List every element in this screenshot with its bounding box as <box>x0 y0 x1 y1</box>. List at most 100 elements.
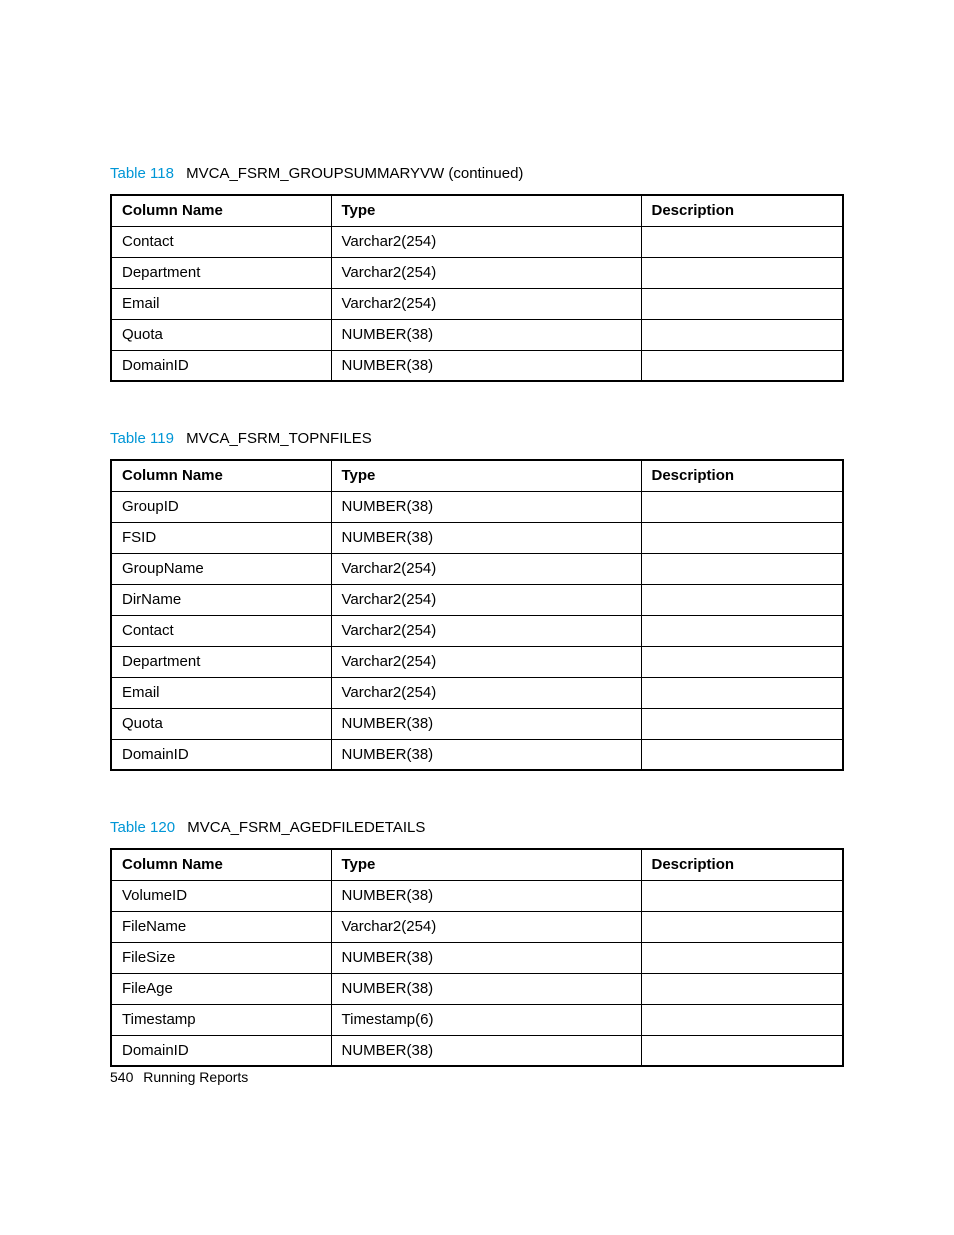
cell-desc <box>641 319 843 350</box>
th-description: Description <box>641 460 843 491</box>
table-row: FileSizeNUMBER(38) <box>111 942 843 973</box>
cell-desc <box>641 288 843 319</box>
table-row: ContactVarchar2(254) <box>111 226 843 257</box>
cell-col: Quota <box>111 319 331 350</box>
section-title: Running Reports <box>143 1069 248 1085</box>
table-caption-119: Table 119 MVCA_FSRM_TOPNFILES <box>110 430 844 447</box>
cell-col: VolumeID <box>111 880 331 911</box>
table-name: MVCA_FSRM_AGEDFILEDETAILS <box>187 819 425 836</box>
cell-type: Varchar2(254) <box>331 226 641 257</box>
cell-type: Varchar2(254) <box>331 646 641 677</box>
table-row: EmailVarchar2(254) <box>111 288 843 319</box>
cell-desc <box>641 1035 843 1066</box>
th-type: Type <box>331 849 641 880</box>
table-row: DomainIDNUMBER(38) <box>111 350 843 381</box>
cell-col: DirName <box>111 584 331 615</box>
table-row: DepartmentVarchar2(254) <box>111 257 843 288</box>
cell-type: NUMBER(38) <box>331 880 641 911</box>
cell-col: Quota <box>111 708 331 739</box>
cell-type: Timestamp(6) <box>331 1004 641 1035</box>
cell-desc <box>641 973 843 1004</box>
cell-type: Varchar2(254) <box>331 257 641 288</box>
cell-col: FileAge <box>111 973 331 1004</box>
cell-type: NUMBER(38) <box>331 708 641 739</box>
table-row: DomainIDNUMBER(38) <box>111 1035 843 1066</box>
page-footer: 540 Running Reports <box>110 1069 248 1085</box>
cell-type: Varchar2(254) <box>331 911 641 942</box>
cell-desc <box>641 350 843 381</box>
table-row: EmailVarchar2(254) <box>111 677 843 708</box>
cell-col: Department <box>111 257 331 288</box>
table-row: FileNameVarchar2(254) <box>111 911 843 942</box>
table-row: FileAgeNUMBER(38) <box>111 973 843 1004</box>
cell-col: Department <box>111 646 331 677</box>
table-120: Column Name Type Description VolumeIDNUM… <box>110 848 844 1067</box>
th-column-name: Column Name <box>111 195 331 226</box>
table-row: DirNameVarchar2(254) <box>111 584 843 615</box>
table-row: VolumeIDNUMBER(38) <box>111 880 843 911</box>
table-row: GroupIDNUMBER(38) <box>111 491 843 522</box>
table-name: MVCA_FSRM_GROUPSUMMARYVW (continued) <box>186 165 523 182</box>
table-header-row: Column Name Type Description <box>111 849 843 880</box>
cell-col: FileName <box>111 911 331 942</box>
cell-desc <box>641 1004 843 1035</box>
cell-col: FSID <box>111 522 331 553</box>
table-row: GroupNameVarchar2(254) <box>111 553 843 584</box>
th-type: Type <box>331 195 641 226</box>
cell-desc <box>641 491 843 522</box>
table-header-row: Column Name Type Description <box>111 195 843 226</box>
cell-col: DomainID <box>111 350 331 381</box>
cell-type: NUMBER(38) <box>331 942 641 973</box>
cell-col: FileSize <box>111 942 331 973</box>
cell-type: Varchar2(254) <box>331 584 641 615</box>
th-description: Description <box>641 849 843 880</box>
cell-col: Email <box>111 677 331 708</box>
table-row: DepartmentVarchar2(254) <box>111 646 843 677</box>
cell-desc <box>641 615 843 646</box>
cell-col: Contact <box>111 615 331 646</box>
cell-desc <box>641 226 843 257</box>
table-row: TimestampTimestamp(6) <box>111 1004 843 1035</box>
cell-desc <box>641 522 843 553</box>
page-number: 540 <box>110 1069 133 1085</box>
table-label: Table 118 <box>110 165 174 182</box>
cell-type: NUMBER(38) <box>331 1035 641 1066</box>
table-row: QuotaNUMBER(38) <box>111 708 843 739</box>
cell-desc <box>641 739 843 770</box>
cell-desc <box>641 584 843 615</box>
table-row: ContactVarchar2(254) <box>111 615 843 646</box>
cell-col: DomainID <box>111 1035 331 1066</box>
cell-col: Email <box>111 288 331 319</box>
table-row: QuotaNUMBER(38) <box>111 319 843 350</box>
cell-type: NUMBER(38) <box>331 350 641 381</box>
table-caption-118: Table 118 MVCA_FSRM_GROUPSUMMARYVW (cont… <box>110 165 844 182</box>
table-row: DomainIDNUMBER(38) <box>111 739 843 770</box>
cell-type: Varchar2(254) <box>331 615 641 646</box>
cell-type: Varchar2(254) <box>331 553 641 584</box>
cell-col: GroupID <box>111 491 331 522</box>
table-118: Column Name Type Description ContactVarc… <box>110 194 844 382</box>
table-caption-120: Table 120 MVCA_FSRM_AGEDFILEDETAILS <box>110 819 844 836</box>
cell-desc <box>641 880 843 911</box>
cell-type: NUMBER(38) <box>331 973 641 1004</box>
cell-desc <box>641 708 843 739</box>
th-column-name: Column Name <box>111 849 331 880</box>
cell-type: NUMBER(38) <box>331 739 641 770</box>
cell-type: NUMBER(38) <box>331 522 641 553</box>
th-column-name: Column Name <box>111 460 331 491</box>
cell-type: NUMBER(38) <box>331 319 641 350</box>
table-name: MVCA_FSRM_TOPNFILES <box>186 430 372 447</box>
cell-desc <box>641 646 843 677</box>
cell-col: Timestamp <box>111 1004 331 1035</box>
table-row: FSIDNUMBER(38) <box>111 522 843 553</box>
table-label: Table 119 <box>110 430 174 447</box>
cell-type: Varchar2(254) <box>331 288 641 319</box>
cell-col: GroupName <box>111 553 331 584</box>
cell-col: Contact <box>111 226 331 257</box>
cell-desc <box>641 942 843 973</box>
table-119: Column Name Type Description GroupIDNUMB… <box>110 459 844 771</box>
th-type: Type <box>331 460 641 491</box>
cell-type: NUMBER(38) <box>331 491 641 522</box>
table-header-row: Column Name Type Description <box>111 460 843 491</box>
cell-desc <box>641 911 843 942</box>
